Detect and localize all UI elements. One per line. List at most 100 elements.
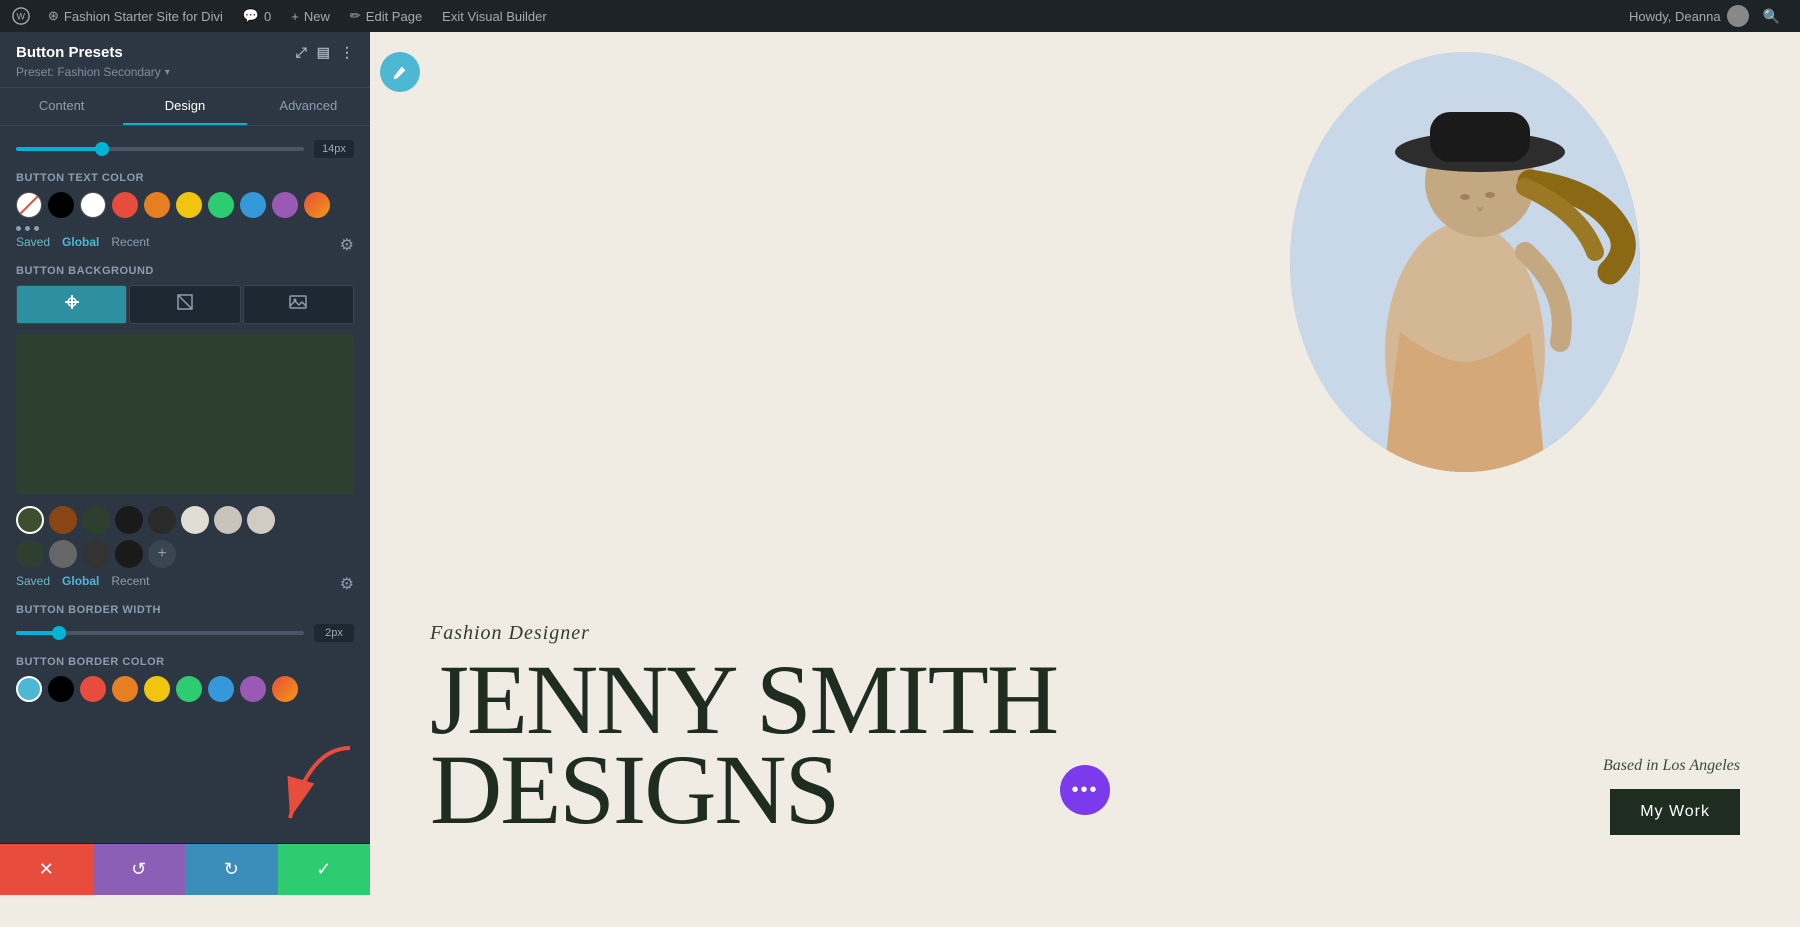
text-color-actions: Saved Global Recent ⚙ — [16, 235, 354, 255]
tab-advanced[interactable]: Advanced — [247, 88, 370, 125]
cancel-button[interactable]: ✕ — [0, 844, 93, 895]
green-border-swatch[interactable] — [176, 676, 202, 702]
bg-recent-action[interactable]: Recent — [111, 574, 149, 594]
forest-green2-swatch[interactable] — [16, 540, 44, 568]
white-color-swatch[interactable] — [80, 192, 106, 218]
global-action[interactable]: Global — [62, 235, 99, 255]
divi-edit-handle[interactable] — [370, 32, 420, 92]
green-color-swatch[interactable] — [208, 192, 234, 218]
bg-color-actions: Saved Global Recent ⚙ — [16, 574, 354, 594]
background-color-preview[interactable] — [16, 334, 354, 494]
confirm-button[interactable]: ✓ — [278, 844, 371, 895]
more-options-icon[interactable]: ⋮ — [340, 44, 354, 61]
orange-border-swatch[interactable] — [112, 676, 138, 702]
black-color-swatch[interactable] — [48, 192, 74, 218]
user-greeting: Howdy, Deanna 🔍 — [1629, 5, 1788, 27]
dark-gray-swatch[interactable] — [148, 506, 176, 534]
search-icon-bar[interactable]: 🔍 — [1755, 8, 1788, 25]
wp-logo[interactable]: W — [12, 7, 30, 25]
purple-dots-button[interactable]: ••• — [1060, 765, 1110, 815]
saved-action[interactable]: Saved — [16, 235, 50, 255]
red-border-swatch[interactable] — [80, 676, 106, 702]
panel-tabs: Content Design Advanced — [0, 88, 370, 126]
bg-saved-action[interactable]: Saved — [16, 574, 50, 594]
panel-content: 14px Button Text Color Saved Global Rece… — [0, 126, 370, 843]
bg-color-palette — [16, 506, 354, 534]
font-size-value: 14px — [314, 140, 354, 158]
orange-color-swatch[interactable] — [144, 192, 170, 218]
gradient-border-swatch[interactable] — [272, 676, 298, 702]
teal-border-swatch[interactable] — [16, 676, 42, 702]
red-color-swatch[interactable] — [112, 192, 138, 218]
button-border-color-label: Button Border Color — [16, 656, 354, 668]
near-black2-swatch[interactable] — [115, 540, 143, 568]
tab-content[interactable]: Content — [0, 88, 123, 125]
settings-gear-icon[interactable]: ⚙ — [340, 235, 354, 255]
border-width-value: 2px — [314, 624, 354, 642]
tan-swatch[interactable] — [247, 506, 275, 534]
main-content: Fashion Designer JENNY SMITH DESIGNS Bas… — [370, 32, 1800, 895]
more-colors-dots[interactable] — [16, 226, 354, 231]
bg-settings-gear-icon[interactable]: ⚙ — [340, 574, 354, 594]
redo-button[interactable]: ↻ — [185, 844, 278, 895]
font-size-slider-row: 14px — [16, 140, 354, 158]
plus-icon: + — [291, 9, 299, 24]
panel-title-icons: ⤢ ▤ ⋮ — [296, 44, 354, 61]
medium-beige-swatch[interactable] — [214, 506, 242, 534]
forest-green-swatch[interactable] — [82, 506, 110, 534]
svg-text:W: W — [17, 12, 26, 22]
gradient-bg-btn[interactable] — [16, 285, 127, 324]
my-work-button[interactable]: My Work — [1610, 789, 1740, 835]
text-color-palette — [16, 192, 354, 218]
tab-design[interactable]: Design — [123, 88, 246, 125]
border-width-slider-row: 2px — [16, 624, 354, 642]
new-button[interactable]: + New — [281, 0, 340, 32]
fashion-page: Fashion Designer JENNY SMITH DESIGNS Bas… — [370, 32, 1800, 895]
based-in-text: Based in Los Angeles — [1603, 757, 1740, 775]
purple-color-swatch[interactable] — [272, 192, 298, 218]
designer-name: JENNY SMITH DESIGNS — [430, 655, 1057, 835]
site-name[interactable]: ⊛ Fashion Starter Site for Divi — [38, 0, 233, 32]
dark-green-swatch[interactable] — [16, 506, 44, 534]
panel-header: Button Presets ⤢ ▤ ⋮ Preset: Fashion Sec… — [0, 32, 370, 88]
add-color-btn[interactable]: + — [148, 540, 176, 568]
undo-button[interactable]: ↺ — [93, 844, 186, 895]
hero-text: Fashion Designer JENNY SMITH DESIGNS — [430, 622, 1057, 835]
brown-swatch[interactable] — [49, 506, 77, 534]
pencil-icon: ✏ — [350, 8, 361, 24]
border-width-track[interactable] — [16, 631, 304, 635]
black-border-swatch[interactable] — [48, 676, 74, 702]
admin-bar: W ⊛ Fashion Starter Site for Divi 💬 0 + … — [0, 0, 1800, 32]
gradient-color-swatch[interactable] — [304, 192, 330, 218]
comment-count[interactable]: 💬 0 — [233, 0, 281, 32]
near-black-swatch[interactable] — [115, 506, 143, 534]
hero-section: Fashion Designer JENNY SMITH DESIGNS Bas… — [370, 32, 1800, 895]
exit-builder-button[interactable]: Exit Visual Builder — [432, 0, 557, 32]
blue-color-swatch[interactable] — [240, 192, 266, 218]
button-background-label: Button Background — [16, 265, 354, 277]
button-border-width-label: Button Border Width — [16, 604, 354, 616]
fashion-designer-label: Fashion Designer — [430, 622, 1057, 645]
transparent-color-swatch[interactable] — [16, 192, 42, 218]
solid-bg-btn[interactable] — [129, 285, 240, 324]
bg-global-action[interactable]: Global — [62, 574, 99, 594]
font-size-track[interactable] — [16, 147, 304, 151]
fullscreen-icon[interactable]: ⤢ — [296, 44, 307, 61]
image-bg-btn[interactable] — [243, 285, 354, 324]
yellow-color-swatch[interactable] — [176, 192, 202, 218]
purple-border-swatch[interactable] — [240, 676, 266, 702]
blue-border-swatch[interactable] — [208, 676, 234, 702]
border-color-palette — [16, 676, 354, 702]
comment-icon: 💬 — [243, 8, 259, 24]
light-beige-swatch[interactable] — [181, 506, 209, 534]
panel-preset[interactable]: Preset: Fashion Secondary ▾ — [16, 65, 354, 79]
yellow-border-swatch[interactable] — [144, 676, 170, 702]
recent-action[interactable]: Recent — [111, 235, 149, 255]
edit-page-button[interactable]: ✏ Edit Page — [340, 0, 432, 32]
dark-gray2-swatch[interactable] — [82, 540, 110, 568]
panel-title: Button Presets ⤢ ▤ ⋮ — [16, 44, 354, 61]
button-text-color-label: Button Text Color — [16, 172, 354, 184]
layout-icon[interactable]: ▤ — [317, 44, 330, 61]
medium-gray-swatch[interactable] — [49, 540, 77, 568]
bg-color-palette-2: + — [16, 540, 354, 568]
